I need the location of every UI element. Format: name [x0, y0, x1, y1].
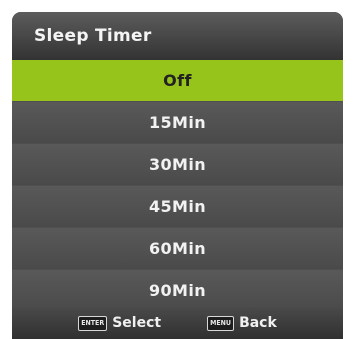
sleep-timer-menu: Sleep Timer Off 15Min 30Min 45Min 60Min …: [12, 12, 343, 339]
menu-footer: ENTER Select MENU Back: [12, 307, 343, 339]
option-45min[interactable]: 45Min: [12, 186, 343, 227]
back-hint-label: Back: [239, 315, 277, 331]
option-60min[interactable]: 60Min: [12, 228, 343, 269]
select-hint-label: Select: [112, 315, 162, 331]
option-90min[interactable]: 90Min: [12, 270, 343, 311]
select-hint: ENTER Select: [78, 315, 161, 331]
back-hint: MENU Back: [207, 315, 277, 331]
menu-header: Sleep Timer: [12, 12, 343, 60]
option-30min[interactable]: 30Min: [12, 144, 343, 185]
enter-key-icon: ENTER: [78, 315, 108, 331]
option-off[interactable]: Off: [12, 60, 343, 101]
timer-option-list: Off 15Min 30Min 45Min 60Min 90Min: [12, 60, 343, 312]
option-15min[interactable]: 15Min: [12, 102, 343, 143]
menu-key-icon: MENU: [207, 315, 235, 331]
menu-title: Sleep Timer: [34, 26, 152, 46]
